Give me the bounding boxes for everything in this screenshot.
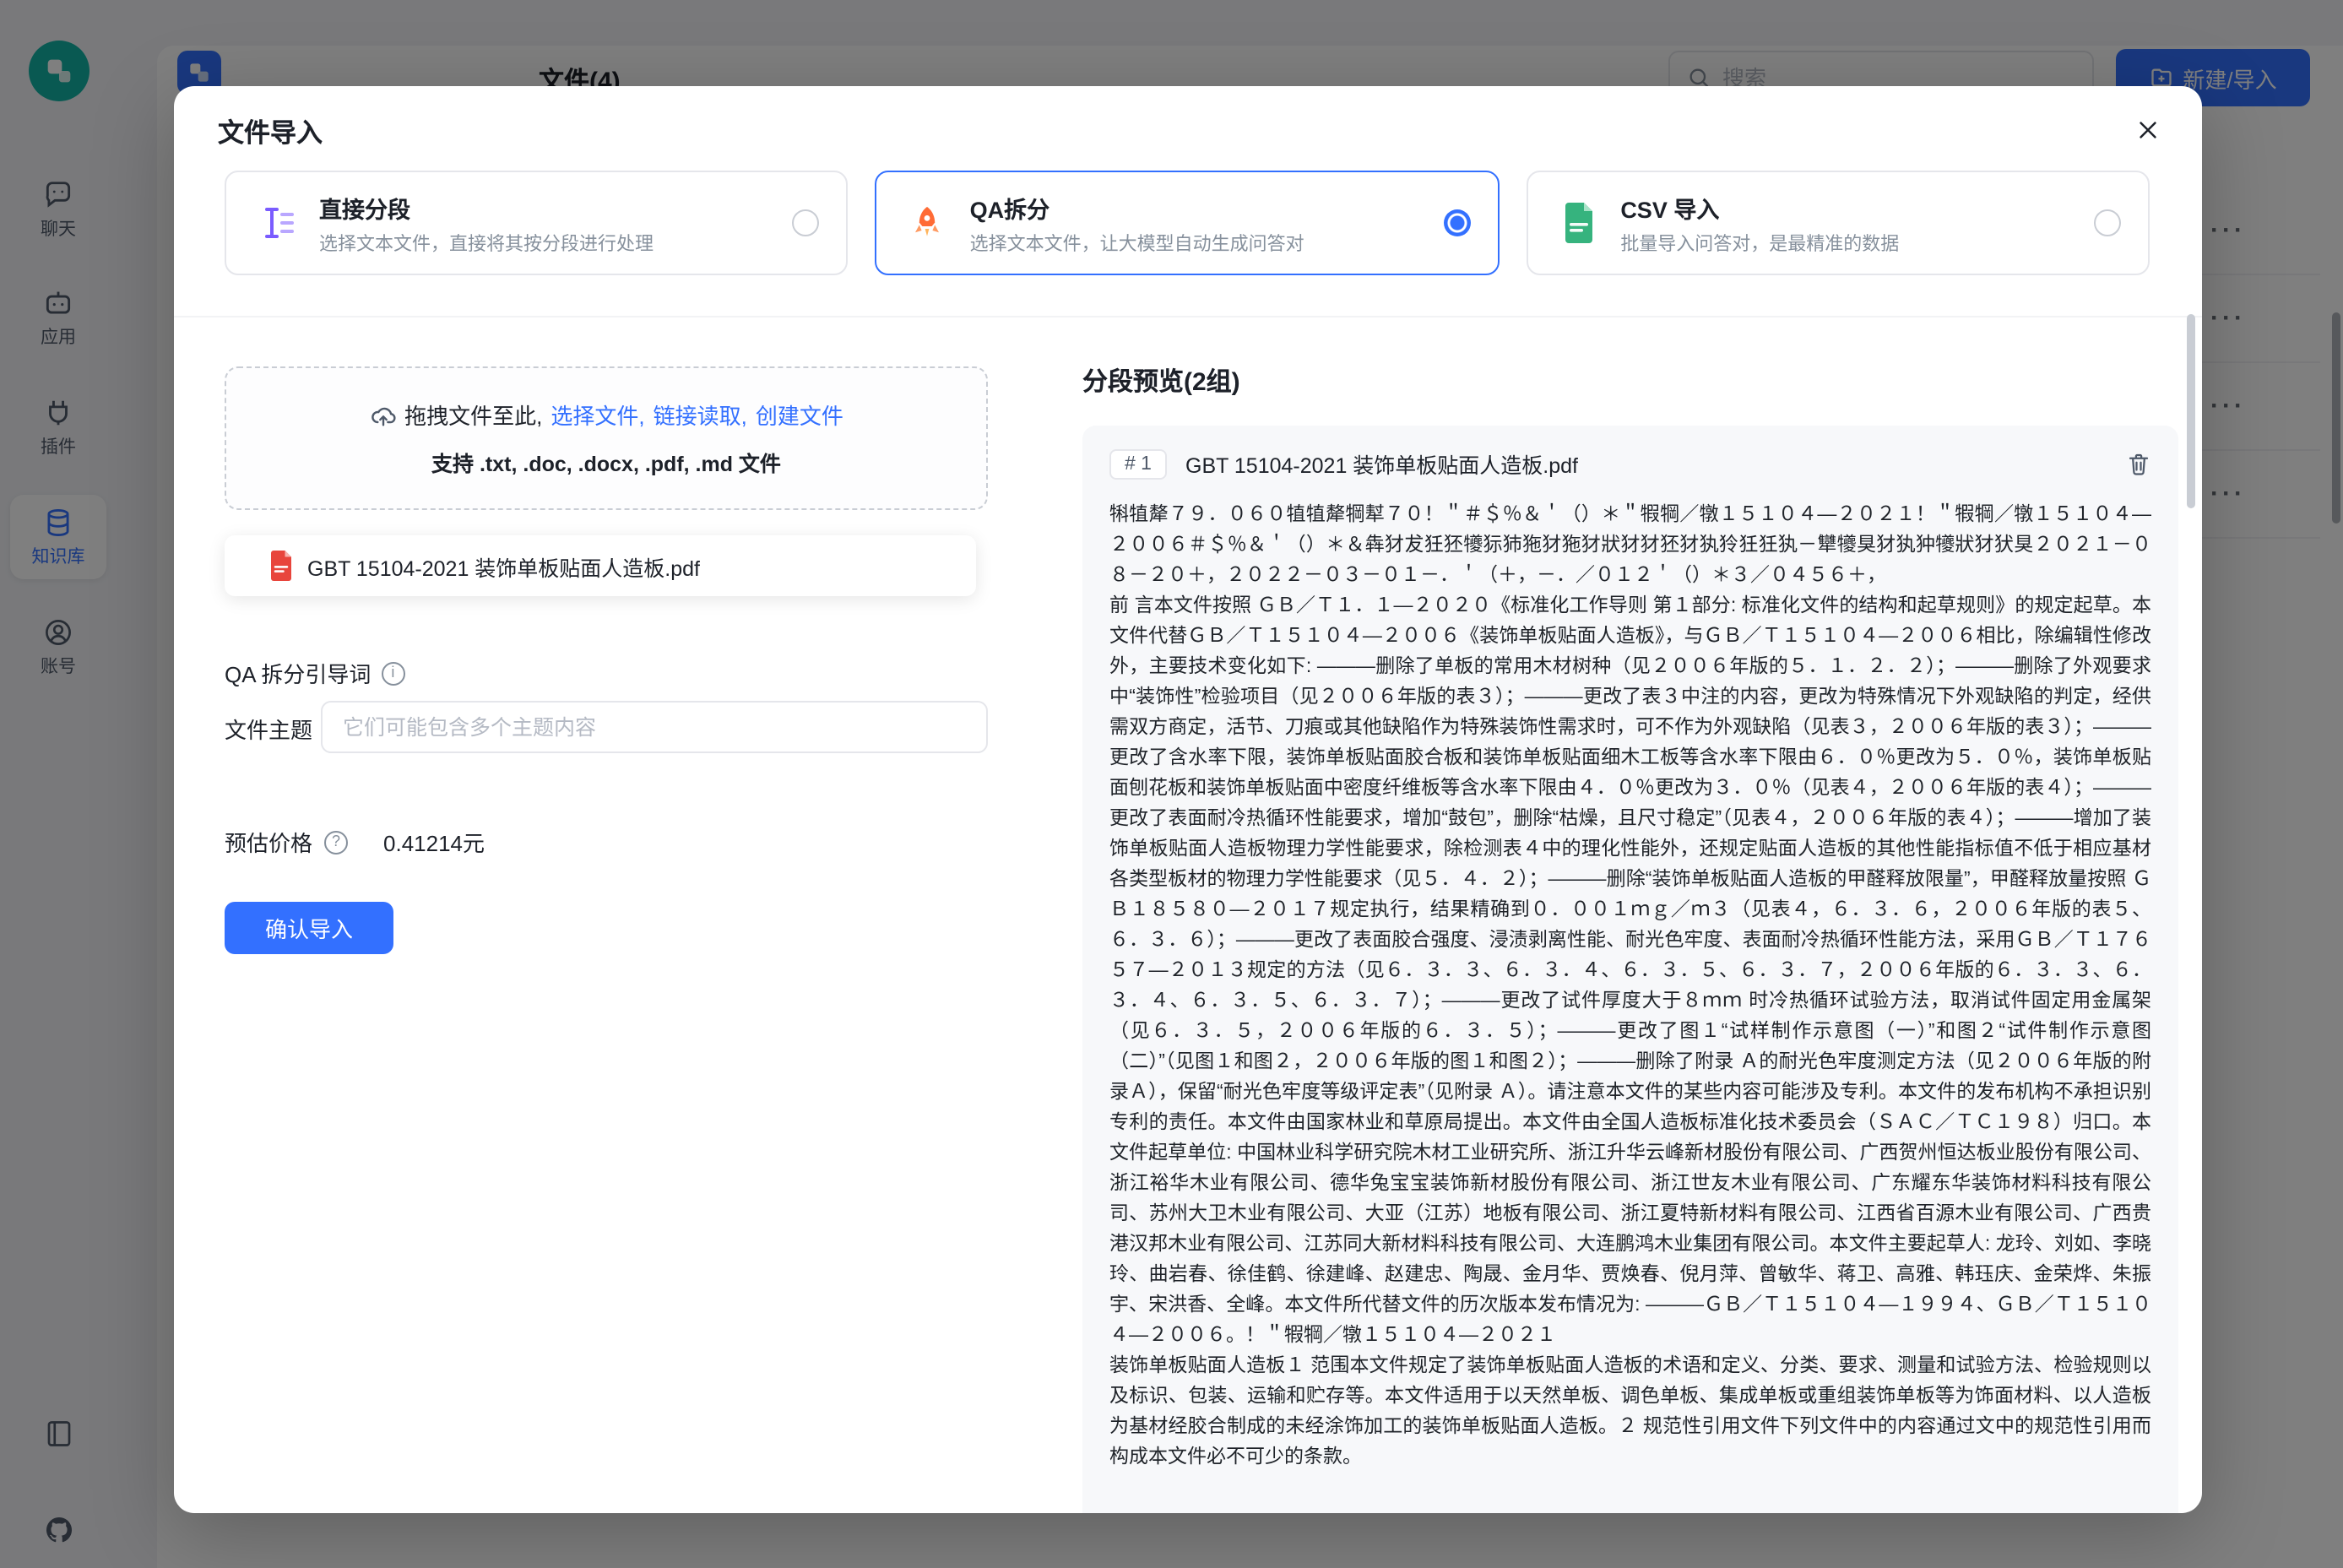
price-label: 预估价格 (225, 826, 312, 858)
mode-title: QA拆分 (970, 190, 1304, 224)
import-mode-selector: 直接分段 选择文本文件，直接将其按分段进行处理 QA拆分 选择文本文件， (225, 171, 2150, 275)
close-button[interactable] (2128, 110, 2168, 150)
mode-desc: 选择文本文件，直接将其按分段进行处理 (319, 229, 654, 256)
segment-file-name: GBT 15104-2021 装饰单板贴面人造板.pdf (1185, 448, 1578, 480)
mode-card-qa-split[interactable]: QA拆分 选择文本文件，让大模型自动生成问答对 (876, 171, 1500, 275)
link-read-link[interactable]: 链接读取, (654, 399, 747, 431)
create-file-link[interactable]: 创建文件 (756, 399, 843, 431)
mode-desc: 选择文本文件，让大模型自动生成问答对 (970, 229, 1304, 256)
file-import-modal: 文件导入 直接分段 选择文本文件，直接将其按分段进行处理 (174, 86, 2202, 1513)
mode-title: CSV 导入 (1620, 190, 1899, 224)
help-icon[interactable]: ? (324, 830, 348, 854)
rocket-icon (904, 199, 952, 247)
pdf-file-icon (268, 551, 294, 581)
segment-icon (253, 199, 301, 247)
topic-input[interactable] (321, 701, 988, 753)
mode-desc: 批量导入问答对，是最精准的数据 (1620, 229, 1899, 256)
close-icon (2136, 118, 2160, 142)
mode-card-direct-segment[interactable]: 直接分段 选择文本文件，直接将其按分段进行处理 (225, 171, 849, 275)
upload-cloud-icon (369, 401, 396, 428)
segment-preview-card: # 1 GBT 15104-2021 装饰单板贴面人造板.pdf 犐犆犛７９．０… (1082, 426, 2178, 1513)
select-file-link[interactable]: 选择文件, (550, 399, 644, 431)
topic-label: 文件主题 (225, 713, 312, 745)
qa-guide-row: QA 拆分引导词 i (225, 657, 404, 689)
confirm-import-button[interactable]: 确认导入 (225, 902, 393, 954)
segment-text: 犐犆犛７９．０６０犆犆犛犅犎７０！＂＃＄％＆＇（）＊＂犌犅／犜１５１０４—２０２… (1109, 500, 2151, 1473)
mode-card-csv-import[interactable]: CSV 导入 批量导入问答对，是最精准的数据 (1526, 171, 2150, 275)
radio-csv-import[interactable] (2094, 209, 2121, 236)
file-dropzone[interactable]: 拖拽文件至此, 选择文件, 链接读取, 创建文件 支持 .txt, .doc, … (225, 366, 988, 510)
mode-title: 直接分段 (319, 190, 654, 224)
radio-direct-segment[interactable] (793, 209, 820, 236)
segment-header: # 1 GBT 15104-2021 装饰单板贴面人造板.pdf (1109, 448, 2151, 480)
segment-index-badge: # 1 (1109, 448, 1167, 479)
radio-qa-split[interactable] (1443, 209, 1470, 236)
divider (174, 316, 2202, 317)
csv-file-icon (1554, 199, 1602, 247)
uploaded-file-name: GBT 15104-2021 装饰单板贴面人造板.pdf (307, 550, 700, 582)
delete-segment-icon[interactable] (2126, 451, 2151, 476)
price-value: 0.41214元 (383, 826, 485, 858)
app-root: 聊天 应用 插件 知识库 (0, 0, 2343, 1568)
supported-formats-text: 支持 .txt, .doc, .docx, .pdf, .md 文件 (431, 446, 781, 478)
segment-preview-title: 分段预览(2组) (1082, 363, 1240, 399)
qa-guide-label: QA 拆分引导词 (225, 657, 371, 689)
dropzone-text: 拖拽文件至此, (404, 399, 542, 431)
modal-scrollbar[interactable] (2187, 314, 2195, 508)
uploaded-file-item[interactable]: GBT 15104-2021 装饰单板贴面人造板.pdf (225, 535, 976, 596)
info-icon[interactable]: i (381, 661, 404, 685)
modal-title: 文件导入 (218, 113, 323, 150)
price-row: 预估价格 ? 0.41214元 (225, 826, 485, 858)
